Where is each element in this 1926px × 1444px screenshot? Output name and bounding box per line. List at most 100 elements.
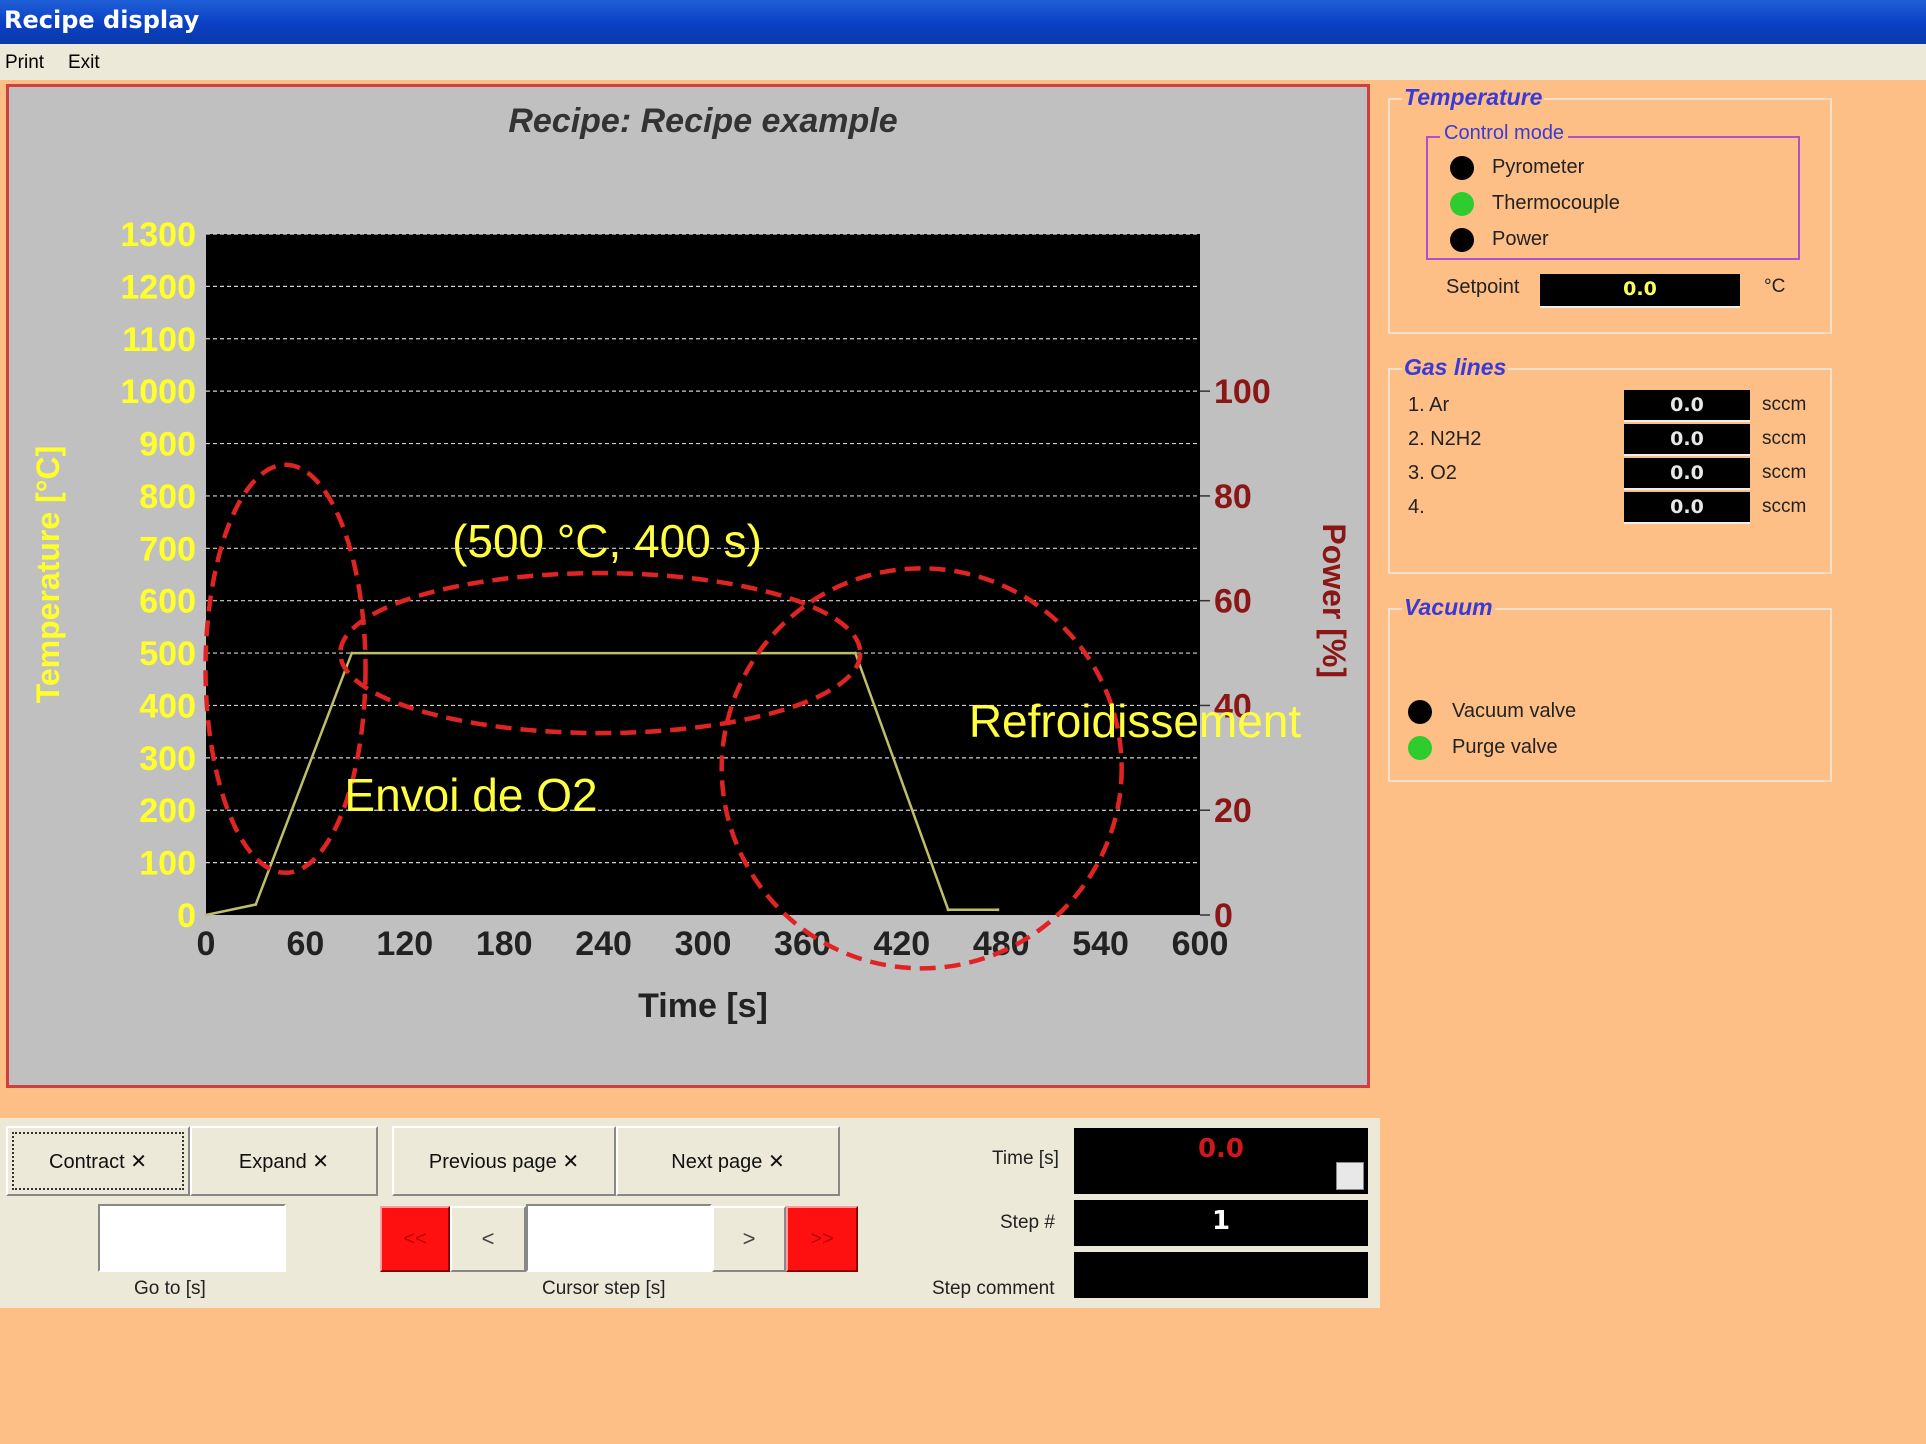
cursor-step-label: Cursor step [s] bbox=[542, 1278, 666, 1299]
step-comment-field bbox=[1074, 1252, 1368, 1298]
menu-exit[interactable]: Exit bbox=[68, 52, 100, 74]
y-tick-label: 500 bbox=[139, 635, 196, 673]
vacuum-valve-indicator-icon bbox=[1408, 700, 1432, 724]
trace-point bbox=[204, 913, 208, 917]
vacuum-legend: Vacuum bbox=[1402, 594, 1495, 621]
temperature-legend: Temperature bbox=[1402, 84, 1545, 111]
y-tick-label: 600 bbox=[139, 583, 196, 621]
chart-title: Recipe: Recipe example bbox=[508, 102, 897, 140]
x-tick-label: 0 bbox=[197, 925, 216, 963]
step-field: 1 bbox=[1074, 1200, 1368, 1246]
y2-tick-label: 20 bbox=[1214, 792, 1252, 830]
gas-line-label: 3. O2 bbox=[1408, 462, 1457, 484]
x-tick-label: 60 bbox=[286, 925, 324, 963]
gas-line-value: 0.0 bbox=[1624, 492, 1750, 524]
gas-line-unit: sccm bbox=[1762, 394, 1807, 415]
gas-line-value: 0.0 bbox=[1624, 424, 1750, 456]
recipe-chart-panel: Recipe: Recipe example 0 100 200 300 400 500 60… bbox=[6, 84, 1370, 1088]
time-value: 0.0 bbox=[1197, 1134, 1245, 1164]
step-comment-label: Step comment bbox=[932, 1278, 1055, 1299]
annotation-cooling: Refroidissement bbox=[969, 695, 1302, 747]
rewind-button[interactable]: << bbox=[380, 1206, 450, 1272]
annotation-heating: Envoi de O2 bbox=[344, 769, 597, 821]
vacuum-valve-label: Vacuum valve bbox=[1452, 700, 1577, 722]
y-axis-label: Temperature [°C] bbox=[30, 446, 66, 704]
trace-point bbox=[996, 908, 1000, 912]
x-tick-label: 600 bbox=[1172, 925, 1229, 963]
power-indicator-icon bbox=[1450, 228, 1474, 252]
goto-label: Go to [s] bbox=[134, 1278, 206, 1299]
power-label: Power bbox=[1492, 228, 1549, 250]
purge-valve-label: Purge valve bbox=[1452, 736, 1558, 758]
setpoint-label: Setpoint bbox=[1446, 276, 1520, 298]
next-page-button[interactable]: Next page ✕ bbox=[616, 1126, 840, 1196]
x-tick-label: 120 bbox=[376, 925, 433, 963]
pyrometer-indicator-icon bbox=[1450, 156, 1474, 180]
goto-input[interactable] bbox=[98, 1204, 286, 1272]
y-tick-label: 1000 bbox=[120, 373, 196, 411]
thermocouple-label: Thermocouple bbox=[1492, 192, 1620, 214]
gas-line-value: 0.0 bbox=[1624, 458, 1750, 490]
menu-print[interactable]: Print bbox=[5, 52, 44, 74]
menu-bar: Print Exit bbox=[0, 44, 1926, 80]
gas-line-label: 1. Ar bbox=[1408, 394, 1450, 416]
annotation-plateau: (500 °C, 400 s) bbox=[452, 515, 762, 567]
x-tick-label: 300 bbox=[675, 925, 732, 963]
y-tick-label: 400 bbox=[139, 687, 196, 725]
x-axis-label: Time [s] bbox=[638, 987, 768, 1025]
time-label: Time [s] bbox=[992, 1148, 1059, 1169]
gas-line-unit: sccm bbox=[1762, 428, 1807, 449]
setpoint-unit: °C bbox=[1764, 276, 1786, 297]
gas-line-unit: sccm bbox=[1762, 496, 1807, 517]
step-label: Step # bbox=[1000, 1212, 1055, 1233]
y-tick-label: 300 bbox=[139, 740, 196, 778]
x-tick-label: 420 bbox=[873, 925, 930, 963]
window-title-bar: Recipe display bbox=[0, 0, 1926, 44]
time-field: 0.0 bbox=[1074, 1128, 1368, 1194]
y2-tick-label: 60 bbox=[1214, 583, 1252, 621]
previous-page-button[interactable]: Previous page ✕ bbox=[392, 1126, 616, 1196]
y-tick-label: 900 bbox=[139, 426, 196, 464]
y-tick-label: 1100 bbox=[122, 321, 196, 359]
y2-tick-label: 80 bbox=[1214, 478, 1252, 516]
recipe-chart: Recipe: Recipe example010020030040050060… bbox=[30, 102, 1352, 1025]
fast-forward-button[interactable]: >> bbox=[786, 1206, 858, 1272]
y2-axis-label: Power [%] bbox=[1316, 523, 1352, 678]
step-back-button[interactable]: < bbox=[450, 1206, 526, 1272]
setpoint-field: 0.0 bbox=[1540, 274, 1740, 308]
navigation-controls: Contract ✕ Expand ✕ Previous page ✕ Next… bbox=[0, 1118, 1380, 1308]
y-tick-label: 1200 bbox=[120, 268, 196, 306]
purge-valve-indicator-icon bbox=[1408, 736, 1432, 760]
gas-line-value: 0.0 bbox=[1624, 390, 1750, 422]
gas-line-unit: sccm bbox=[1762, 462, 1807, 483]
control-mode-legend: Control mode bbox=[1440, 122, 1569, 145]
y-tick-label: 800 bbox=[139, 478, 196, 516]
y-tick-label: 200 bbox=[139, 792, 196, 830]
step-forward-button[interactable]: > bbox=[712, 1206, 786, 1272]
trace-point bbox=[254, 903, 258, 907]
gas-line-label: 2. N2H2 bbox=[1408, 428, 1482, 450]
contract-button[interactable]: Contract ✕ bbox=[6, 1126, 190, 1196]
pyrometer-label: Pyrometer bbox=[1492, 156, 1585, 178]
x-tick-label: 540 bbox=[1072, 925, 1129, 963]
time-scroll-handle[interactable] bbox=[1336, 1162, 1364, 1190]
y2-tick-label: 100 bbox=[1214, 373, 1271, 411]
vacuum-group: Vacuum Vacuum valve Purge valve bbox=[1388, 594, 1832, 782]
x-tick-label: 180 bbox=[476, 925, 533, 963]
window-title: Recipe display bbox=[4, 6, 200, 34]
gas-lines-legend: Gas lines bbox=[1402, 354, 1509, 381]
x-tick-label: 240 bbox=[575, 925, 632, 963]
gas-lines-group: Gas lines 1. Ar 0.0 sccm 2. N2H2 0.0 scc… bbox=[1388, 354, 1832, 574]
cursor-step-input[interactable] bbox=[526, 1204, 712, 1272]
thermocouple-indicator-icon bbox=[1450, 192, 1474, 216]
expand-button[interactable]: Expand ✕ bbox=[190, 1126, 378, 1196]
trace-point bbox=[946, 908, 950, 912]
gas-line-label: 4. bbox=[1408, 496, 1425, 518]
trace-point bbox=[853, 651, 857, 655]
y-tick-label: 700 bbox=[139, 530, 196, 568]
y-tick-label: 100 bbox=[139, 845, 196, 883]
temperature-group: Temperature Control mode Pyrometer Therm… bbox=[1388, 84, 1832, 334]
trace-point bbox=[350, 651, 354, 655]
y-tick-label: 0 bbox=[177, 897, 196, 935]
y-tick-label: 1300 bbox=[120, 216, 196, 254]
